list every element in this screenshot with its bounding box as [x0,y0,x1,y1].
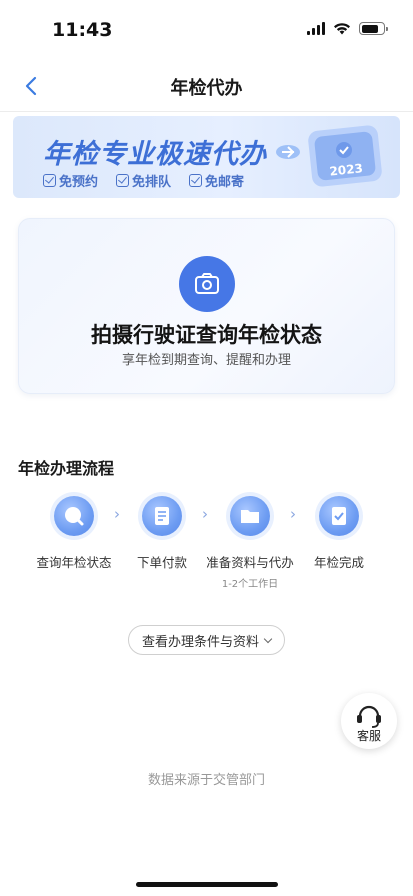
process-step-query: 查询年检状态 [24,496,124,571]
scan-card-title: 拍摄行驶证查询年检状态 [91,323,322,347]
process-title: 年检办理流程 [18,459,115,478]
order-document-icon [142,496,182,536]
inspection-badge-illustration: 2023 [276,125,382,187]
status-bar: 11:43 [0,0,413,58]
customer-service-button[interactable]: 客服 [341,693,397,749]
headset-icon [357,705,381,728]
checkbox-icon [43,174,56,187]
chevron-down-icon [263,634,273,643]
step-sublabel: 1-2个工作日 [221,579,279,590]
banner-tags: 免预约 免排队 免邮寄 [43,171,244,190]
process-step-complete: 年检完成 [289,496,389,571]
page-title: 年检代办 [170,78,243,99]
banner-tag: 免排队 [116,171,171,190]
checkbox-icon [116,174,130,187]
process-step-prepare: 准备资料与代办 1-2个工作日 [200,496,300,590]
step-label: 准备资料与代办 [206,555,294,570]
process-step-order: 下单付款 [112,496,212,571]
banner-tag: 免邮寄 [189,171,244,190]
step-label: 查询年检状态 [36,555,112,570]
search-status-icon [54,496,94,536]
promo-banner[interactable]: 年检专业极速代办 免预约 免排队 免邮寄 2023 [13,116,400,198]
customer-service-label: 客服 [356,729,381,743]
status-icons [307,22,388,35]
home-indicator[interactable] [136,882,278,887]
wifi-icon [334,23,350,35]
nav-bar: 年检代办 [0,60,413,112]
data-source-note: 数据来源于交管部门 [147,773,265,788]
scan-card-subtitle: 享年检到期查询、提醒和办理 [121,353,291,368]
banner-title: 年检专业极速代办 [43,139,267,170]
camera-icon [195,273,219,294]
banner-tag: 免预约 [43,171,98,190]
folder-icon [230,496,270,536]
step-label: 年检完成 [313,555,364,570]
step-label: 下单付款 [136,555,187,570]
battery-icon [359,22,388,35]
cellular-signal-icon [307,22,325,35]
view-conditions-label: 查看办理条件与资料 [141,634,259,650]
view-conditions-button[interactable]: 查看办理条件与资料 [128,625,285,655]
camera-button[interactable] [179,256,235,312]
checkbox-icon [189,174,203,187]
status-time: 11:43 [52,19,113,41]
scan-license-card[interactable]: 拍摄行驶证查询年检状态 享年检到期查询、提醒和办理 [18,218,395,394]
completed-checklist-icon [319,496,359,536]
